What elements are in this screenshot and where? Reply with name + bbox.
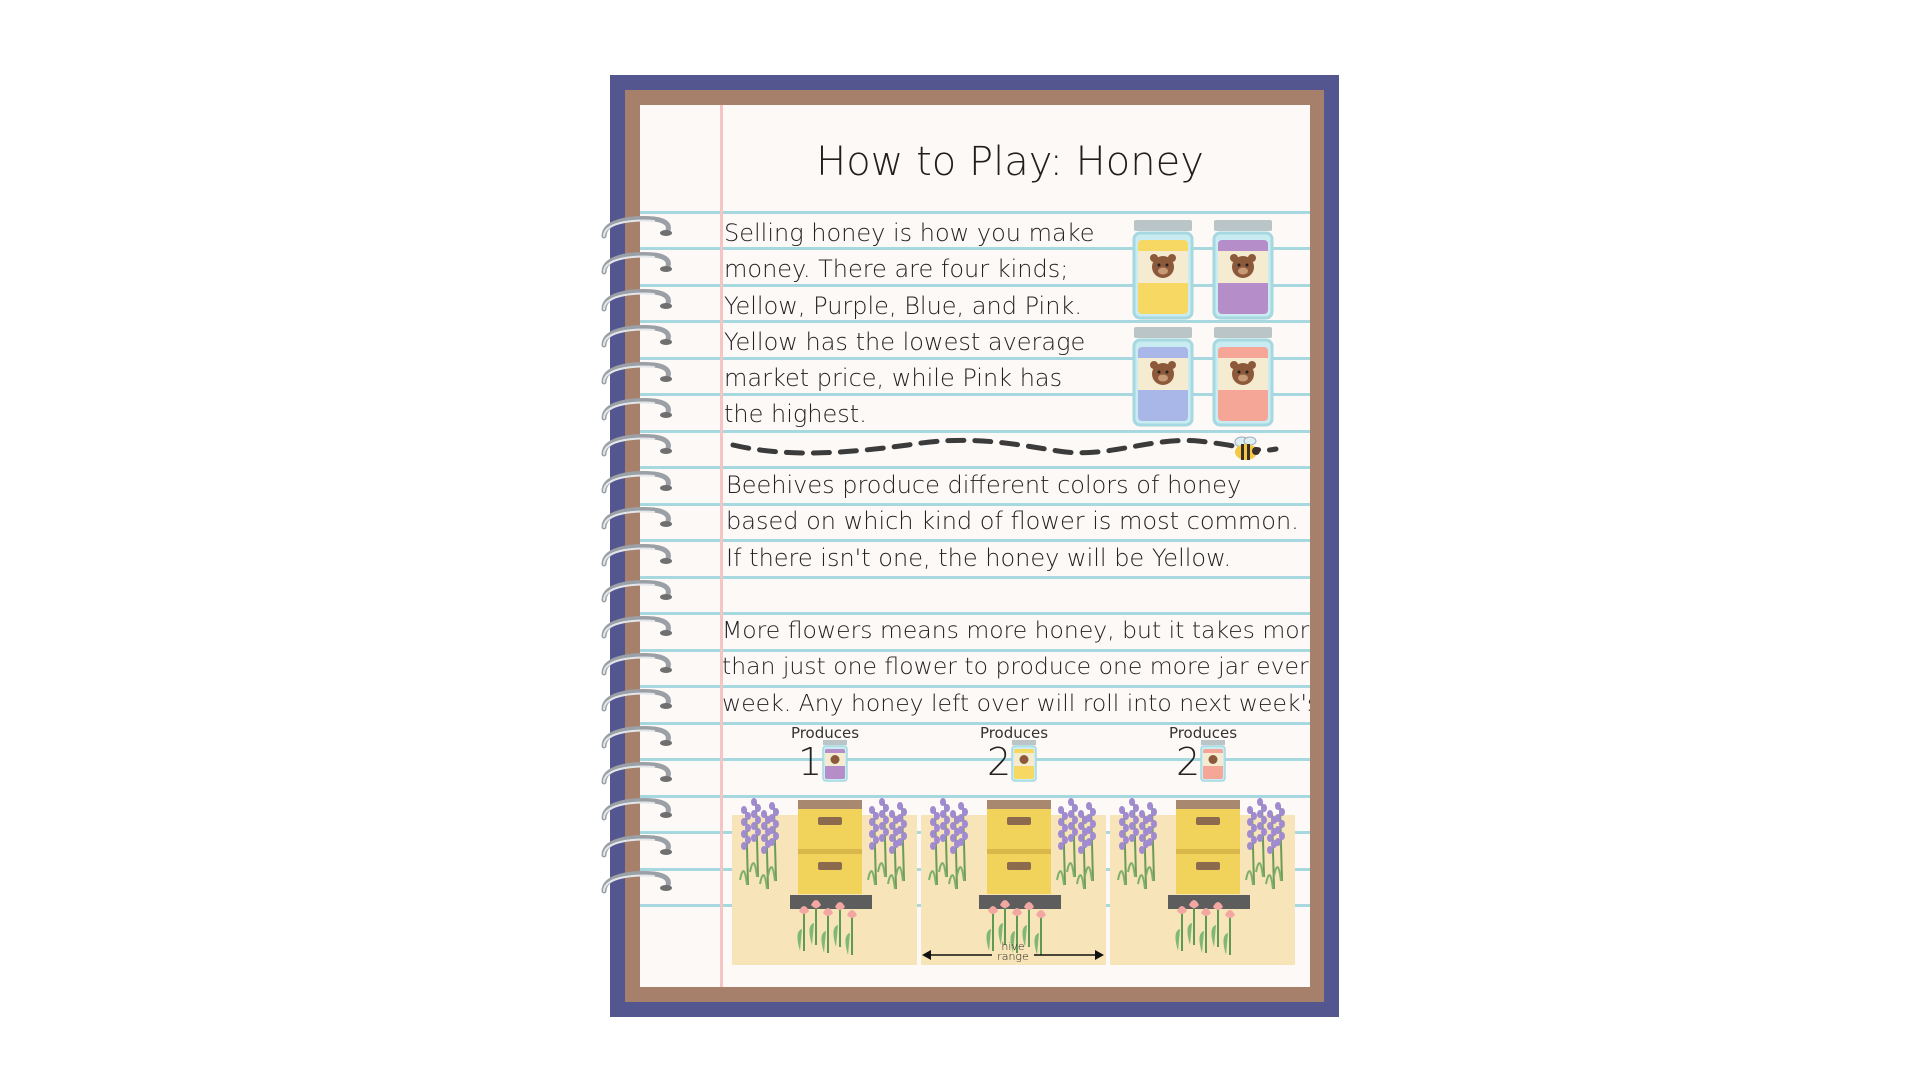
- intro-paragraph: Selling honey is how you make money. The…: [724, 215, 1095, 433]
- spiral-ring-icon: [601, 798, 672, 821]
- spiral-ring-icon: [601, 361, 672, 385]
- spiral-ring-icon: [601, 288, 672, 312]
- honey-jar-blue-icon: [1132, 327, 1194, 427]
- beehive-icon: [1117, 798, 1285, 955]
- spiral-ring-icon: [601, 871, 672, 894]
- spiral-ring-icon: [601, 616, 672, 639]
- spiral-ring-icon: [601, 398, 672, 421]
- spiral-ring-icon: [601, 580, 672, 603]
- flower-line: More flowers means more honey, but it ta…: [722, 616, 1310, 644]
- page-title: How to Play: Honey: [816, 139, 1204, 185]
- hive-range-label-line: range: [997, 950, 1029, 963]
- honey-jar-count: 2: [1176, 740, 1201, 784]
- spiral-ring-icon: [601, 252, 672, 275]
- ruled-line: [640, 576, 1310, 579]
- spiral-ring-icon: [601, 689, 672, 712]
- honey-jar-purple-icon: [1212, 220, 1274, 320]
- spiral-ring-icon: [601, 507, 672, 530]
- flower-paragraph: More flowers means more honey, but it ta…: [722, 612, 1310, 721]
- intro-line: Yellow, Purple, Blue, and Pink.: [724, 291, 1082, 320]
- hive-range-label: hive range: [983, 941, 1043, 963]
- hive-line: based on which kind of flower is most co…: [726, 507, 1299, 536]
- spiral-ring-icon: [601, 762, 672, 785]
- intro-line: market price, while Pink has: [724, 364, 1063, 393]
- intro-line: Yellow has the lowest average: [724, 327, 1086, 356]
- hive-paragraph: Beehives produce different colors of hon…: [726, 467, 1299, 576]
- spiral-ring-icon: [601, 470, 672, 494]
- spiral-ring-icon: [601, 725, 672, 749]
- spiral-ring-icon: [601, 434, 672, 457]
- honey-jar-yellow-icon: [1132, 220, 1194, 320]
- intro-line: money. There are four kinds;: [724, 255, 1069, 284]
- honey-jar-yellow-icon: [1011, 740, 1037, 782]
- flower-line: week. Any honey left over will roll into…: [722, 688, 1310, 717]
- ruled-line: [640, 211, 1310, 214]
- honey-jar-count: 2: [987, 740, 1012, 784]
- honey-jar-count: 1: [798, 740, 823, 784]
- intro-line: Selling honey is how you make: [724, 219, 1095, 247]
- beehive-icon: [739, 798, 907, 955]
- margin-line: [720, 105, 723, 987]
- bee-flight-path: [730, 437, 1279, 456]
- flower-line: than just one flower to produce one more…: [722, 652, 1310, 681]
- spiral-ring-icon: [601, 543, 672, 567]
- honey-jar-pink-icon: [1212, 327, 1274, 427]
- spiral-ring-icon: [601, 834, 672, 858]
- spiral-ring-icon: [601, 325, 672, 348]
- hive-line: If there isn't one, the honey will be Ye…: [726, 543, 1232, 572]
- bee-icon: [1234, 436, 1260, 460]
- spiral-ring-icon: [601, 652, 672, 676]
- honey-jar-purple-icon: [822, 740, 848, 782]
- honey-jar-pink-icon: [1200, 740, 1226, 782]
- spiral-ring-icon: [601, 216, 672, 239]
